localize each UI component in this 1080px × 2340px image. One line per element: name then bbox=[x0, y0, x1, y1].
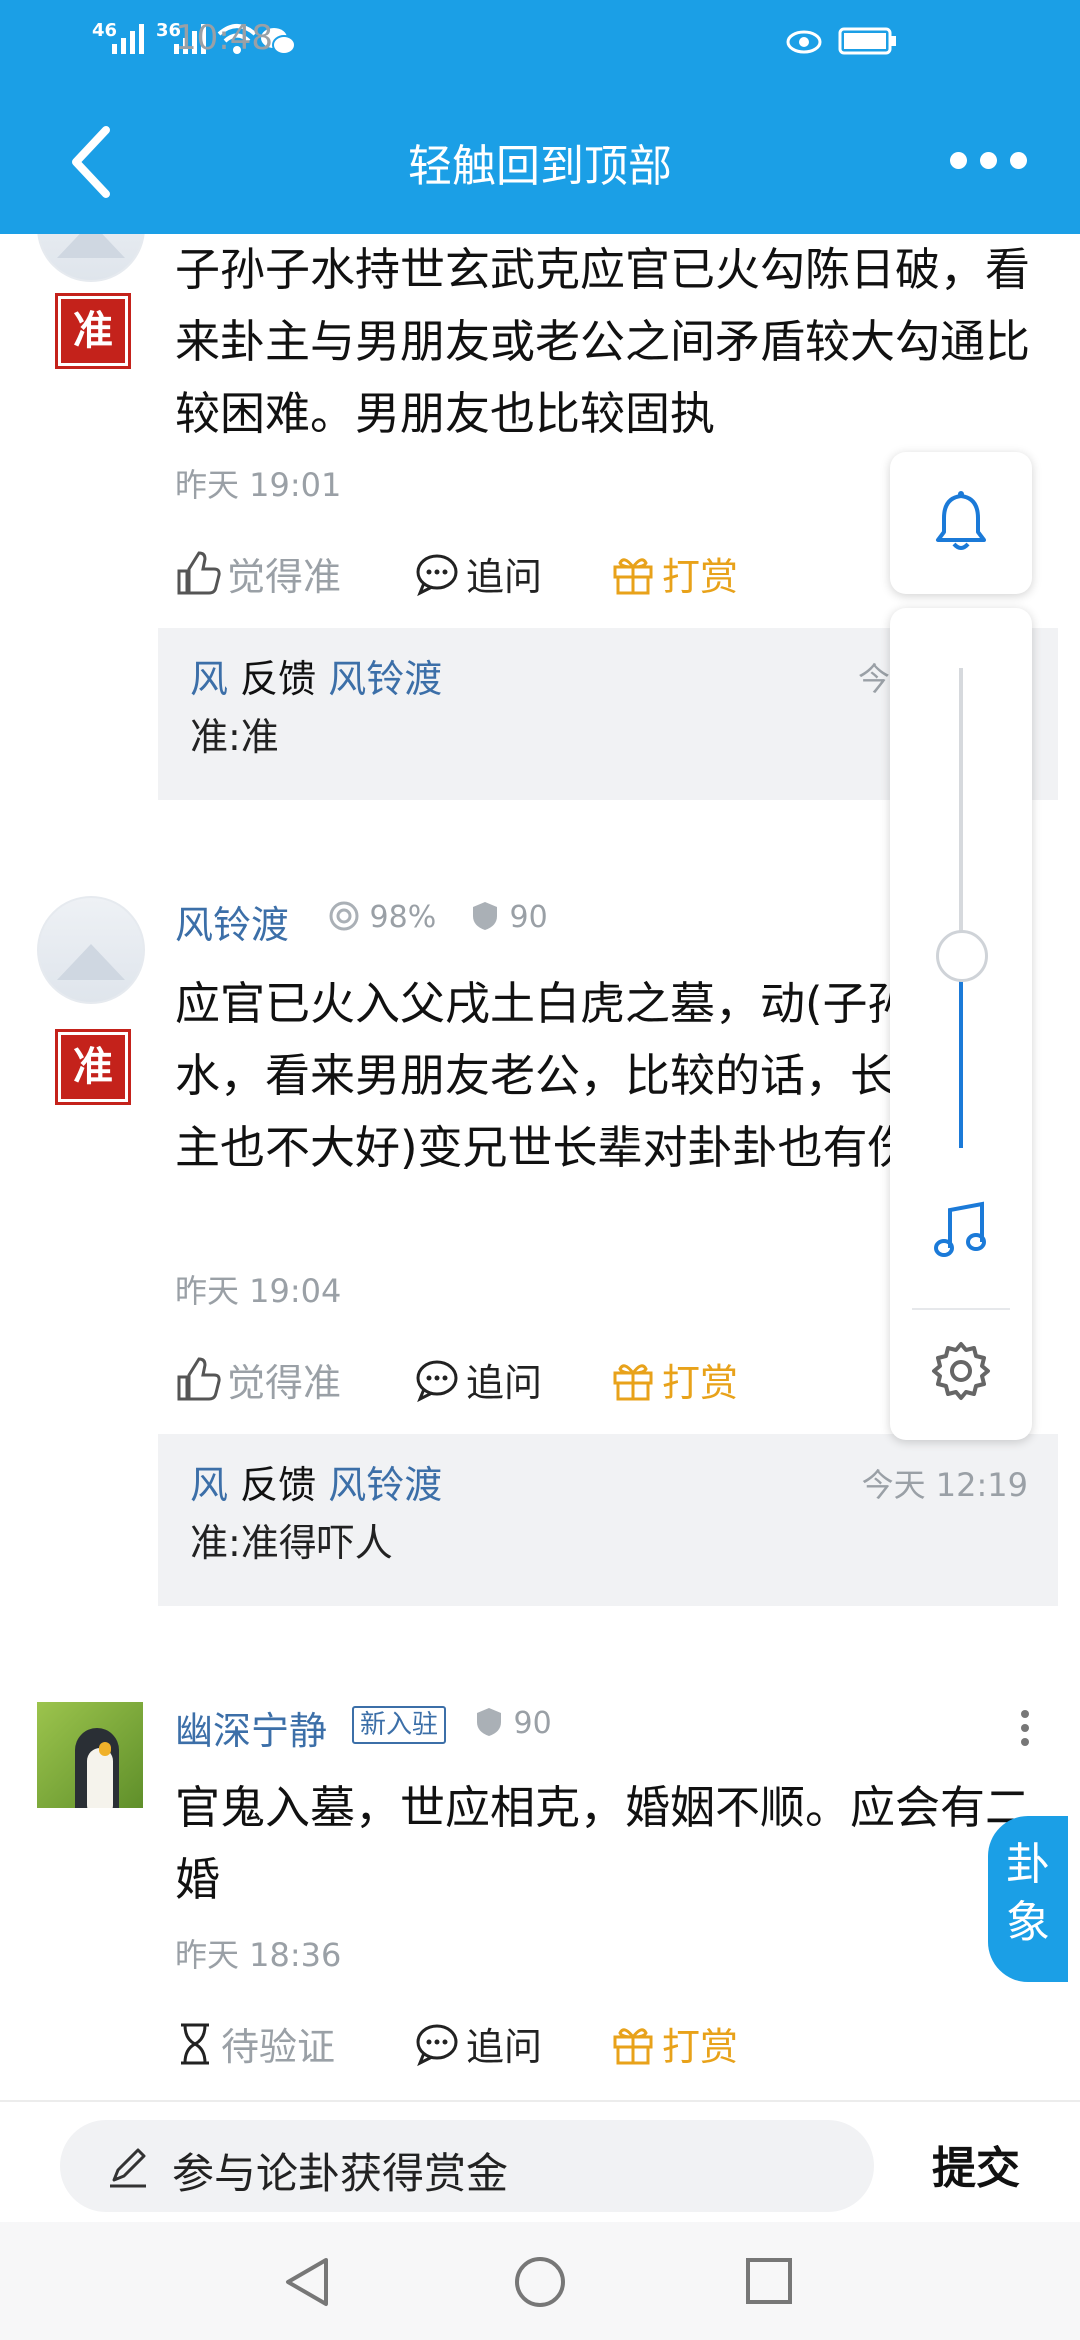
feedback-to[interactable]: 风铃渡 bbox=[328, 657, 442, 701]
feedback-verb: 反馈 bbox=[240, 1463, 317, 1507]
ask-button[interactable]: 追问 bbox=[414, 546, 542, 601]
avatar[interactable] bbox=[37, 1702, 143, 1808]
thumb-up-icon bbox=[177, 550, 221, 594]
divider bbox=[912, 1308, 1010, 1310]
clock: 10:48 bbox=[175, 18, 273, 58]
gift-icon bbox=[613, 1363, 653, 1400]
author-name[interactable]: 幽深宁静 bbox=[175, 1700, 327, 1755]
status-bar: 46 36 10:48 bbox=[0, 0, 1080, 84]
comment-time: 昨天 19:01 bbox=[175, 466, 342, 504]
hexagram-tab-line2: 象 bbox=[1006, 1897, 1050, 1948]
reward-label: 打赏 bbox=[662, 1361, 739, 1405]
feedback-box: 风 反馈 风铃渡 今天 12:19 准:准得吓人 bbox=[158, 1434, 1058, 1606]
volume-slider-handle[interactable] bbox=[936, 930, 988, 982]
gift-icon bbox=[613, 2027, 653, 2064]
feedback-from[interactable]: 风 bbox=[190, 657, 228, 701]
page-title[interactable]: 轻触回到顶部 bbox=[0, 130, 1080, 194]
ask-label: 追问 bbox=[466, 2025, 543, 2069]
credit-value: 90 bbox=[509, 900, 548, 935]
feedback-time: 今 bbox=[858, 660, 891, 698]
reward-button[interactable]: 打赏 bbox=[610, 546, 738, 601]
ask-label: 追问 bbox=[466, 555, 543, 599]
accurate-seal: 准 bbox=[55, 293, 131, 369]
chat-bubble-icon bbox=[416, 2024, 458, 2066]
hourglass-icon bbox=[181, 2023, 209, 2064]
nav-back-icon[interactable] bbox=[282, 2254, 332, 2310]
hexagram-tab[interactable]: 卦 象 bbox=[988, 1816, 1068, 1982]
like-button[interactable]: 觉得准 bbox=[175, 1352, 341, 1407]
comment-text: 子孙子水持世玄武克应官已火勾陈日破，看来卦主与男朋友或老公之间矛盾较大勾通比较困… bbox=[175, 243, 1031, 440]
nav-home-icon[interactable] bbox=[512, 2254, 568, 2310]
comment-input[interactable]: 参与论卦获得赏金 bbox=[60, 2120, 874, 2212]
shield-icon bbox=[477, 1708, 501, 1736]
comment-text: 官鬼入墓，世应相克，婚姻不顺。应会有二婚 bbox=[175, 1781, 1031, 1906]
like-label: 觉得准 bbox=[227, 1361, 342, 1405]
comment-time: 昨天 19:04 bbox=[175, 1272, 342, 1310]
comment-bar: 参与论卦获得赏金 提交 bbox=[0, 2100, 1080, 2222]
like-button[interactable]: 觉得准 bbox=[175, 546, 341, 601]
more-icon[interactable] bbox=[948, 140, 1028, 180]
reward-label: 打赏 bbox=[662, 2025, 739, 2069]
avatar[interactable] bbox=[37, 896, 145, 1004]
target-icon bbox=[329, 901, 359, 931]
notification-button[interactable] bbox=[890, 452, 1032, 594]
accuracy-stat: 98% bbox=[328, 900, 436, 935]
hexagram-tab-line1: 卦 bbox=[1006, 1839, 1050, 1890]
credit-value: 90 bbox=[513, 1706, 552, 1741]
bell-icon bbox=[936, 491, 986, 550]
accurate-seal: 准 bbox=[55, 1029, 131, 1105]
reward-button[interactable]: 打赏 bbox=[610, 2016, 738, 2071]
system-navigation-bar bbox=[0, 2222, 1080, 2340]
feedback-to[interactable]: 风铃渡 bbox=[328, 1463, 442, 1507]
pending-button[interactable]: 待验证 bbox=[175, 2016, 335, 2071]
feedback-verb: 反馈 bbox=[240, 657, 317, 701]
reward-button[interactable]: 打赏 bbox=[610, 1352, 738, 1407]
ask-button[interactable]: 追问 bbox=[414, 1352, 542, 1407]
credit-stat: 90 bbox=[474, 1706, 552, 1741]
comment-time: 昨天 18:36 bbox=[175, 1936, 342, 1974]
pending-label: 待验证 bbox=[221, 2025, 336, 2069]
accuracy-value: 98% bbox=[369, 900, 437, 935]
chat-bubble-icon bbox=[416, 1360, 458, 1402]
comment-placeholder: 参与论卦获得赏金 bbox=[172, 2149, 509, 2198]
like-label: 觉得准 bbox=[227, 555, 342, 599]
feedback-text: 准:准 bbox=[190, 715, 279, 759]
submit-button[interactable]: 提交 bbox=[932, 2132, 1020, 2196]
gift-icon bbox=[613, 557, 653, 594]
app-header: 46 36 10:48 轻触回到顶部 bbox=[0, 0, 1080, 234]
shield-icon bbox=[473, 902, 497, 930]
signal-icon bbox=[112, 24, 144, 54]
new-member-badge: 新入驻 bbox=[352, 1706, 447, 1744]
feedback-from[interactable]: 风 bbox=[190, 1463, 228, 1507]
author-name[interactable]: 风铃渡 bbox=[175, 894, 289, 949]
media-panel bbox=[890, 608, 1032, 1440]
kebab-menu-icon[interactable] bbox=[1010, 1706, 1040, 1750]
ask-button[interactable]: 追问 bbox=[414, 2016, 542, 2071]
reward-label: 打赏 bbox=[662, 555, 739, 599]
feedback-text: 准:准得吓人 bbox=[190, 1521, 393, 1565]
ask-label: 追问 bbox=[466, 1361, 543, 1405]
feedback-time: 今天 12:19 bbox=[861, 1466, 1028, 1504]
pencil-icon bbox=[110, 2148, 146, 2188]
chat-bubble-icon bbox=[416, 554, 458, 596]
credit-stat: 90 bbox=[470, 900, 548, 935]
volume-fill bbox=[959, 956, 963, 1148]
music-note-icon[interactable] bbox=[930, 1198, 992, 1262]
nav-recents-icon[interactable] bbox=[744, 2256, 794, 2306]
gear-icon[interactable] bbox=[930, 1340, 992, 1402]
thumb-up-icon bbox=[177, 1356, 221, 1400]
